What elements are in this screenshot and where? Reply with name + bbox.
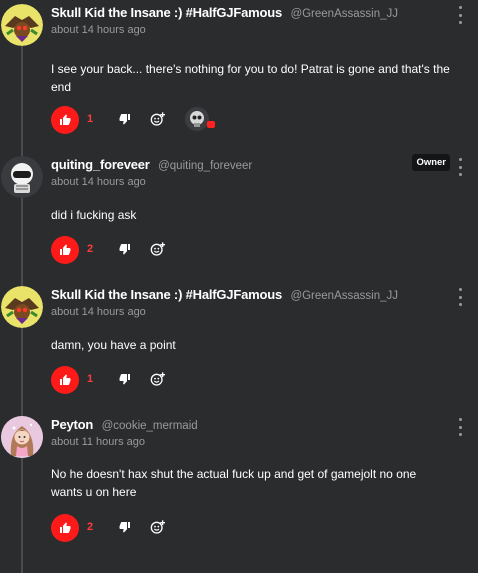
robot-avatar-icon [1, 156, 43, 198]
comment-header: Peyton @cookie_mermaid about 11 hours ag… [51, 416, 448, 448]
display-name[interactable]: quiting_foreveer [51, 157, 150, 172]
thumbs-down-icon [119, 244, 130, 255]
liker-avatar[interactable] [185, 107, 209, 131]
thumbs-down-icon [119, 374, 130, 385]
like-button[interactable] [51, 236, 79, 264]
more-options-icon[interactable] [456, 6, 464, 24]
like-button[interactable] [51, 514, 79, 542]
timestamp[interactable]: about 14 hours ago [51, 306, 448, 318]
timestamp[interactable]: about 14 hours ago [51, 176, 448, 188]
thumbs-down-icon [119, 522, 130, 533]
reply-button[interactable] [150, 111, 168, 129]
comment-text: I see your back... there's nothing for y… [51, 62, 450, 94]
like-count[interactable]: 2 [87, 521, 93, 533]
comment: Peyton @cookie_mermaid about 11 hours ag… [0, 416, 478, 556]
thumbs-up-icon [60, 114, 71, 125]
reply-button[interactable] [150, 371, 168, 389]
comment-header: Skull Kid the Insane :) #HalfGJFamous @G… [51, 286, 448, 318]
like-count[interactable]: 1 [87, 373, 93, 385]
dislike-button[interactable] [119, 112, 135, 128]
skull-kid-avatar-icon [1, 4, 43, 46]
thumbs-up-icon [60, 244, 71, 255]
more-options-icon[interactable] [456, 288, 464, 306]
comment: Skull Kid the Insane :) #HalfGJFamous @G… [0, 286, 478, 396]
comment-text: did i fucking ask [51, 208, 137, 222]
liker-badge [207, 121, 215, 128]
thumbs-up-icon [60, 374, 71, 385]
comment: Skull Kid the Insane :) #HalfGJFamous @G… [0, 4, 478, 134]
like-button[interactable] [51, 106, 79, 134]
comment-text: damn, you have a point [51, 338, 176, 352]
dislike-button[interactable] [119, 242, 135, 258]
reply-button[interactable] [150, 241, 168, 259]
mermaid-avatar-icon [1, 416, 43, 458]
display-name[interactable]: Skull Kid the Insane :) #HalfGJFamous [51, 287, 282, 302]
more-options-icon[interactable] [456, 158, 464, 176]
username[interactable]: @cookie_mermaid [102, 420, 198, 432]
comment-text: No he doesn't hax shut the actual fuck u… [51, 467, 417, 499]
dislike-button[interactable] [119, 372, 135, 388]
reply-button[interactable] [150, 519, 168, 537]
avatar[interactable] [1, 416, 43, 458]
timestamp[interactable]: about 14 hours ago [51, 24, 448, 36]
add-reaction-icon [150, 112, 165, 126]
add-reaction-icon [150, 242, 165, 256]
skull-icon [190, 111, 204, 127]
username[interactable]: @GreenAssassin_JJ [290, 8, 398, 20]
dislike-button[interactable] [119, 520, 135, 536]
thumbs-up-icon [60, 522, 71, 533]
owner-badge: Owner [412, 154, 450, 171]
username[interactable]: @GreenAssassin_JJ [290, 290, 398, 302]
like-button[interactable] [51, 366, 79, 394]
more-options-icon[interactable] [456, 418, 464, 436]
thumbs-down-icon [119, 114, 130, 125]
like-count[interactable]: 1 [87, 113, 93, 125]
comment-header: quiting_foreveer @quiting_foreveer about… [51, 156, 448, 188]
skull-kid-avatar-icon [1, 286, 43, 328]
timestamp[interactable]: about 11 hours ago [51, 436, 448, 448]
add-reaction-icon [150, 520, 165, 534]
avatar[interactable] [1, 4, 43, 46]
avatar[interactable] [1, 286, 43, 328]
comment: quiting_foreveer @quiting_foreveer about… [0, 154, 478, 266]
avatar[interactable] [1, 156, 43, 198]
display-name[interactable]: Skull Kid the Insane :) #HalfGJFamous [51, 5, 282, 20]
username[interactable]: @quiting_foreveer [158, 160, 252, 172]
display-name[interactable]: Peyton [51, 417, 93, 432]
add-reaction-icon [150, 372, 165, 386]
comment-header: Skull Kid the Insane :) #HalfGJFamous @G… [51, 4, 448, 36]
like-count[interactable]: 2 [87, 243, 93, 255]
